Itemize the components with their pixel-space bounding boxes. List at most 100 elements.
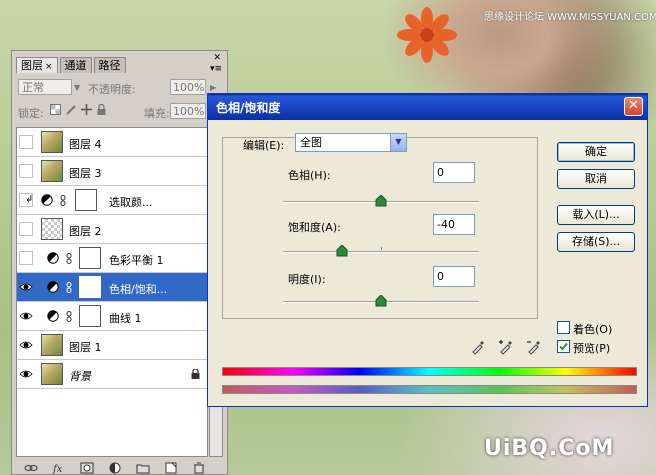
preview-checkbox[interactable] bbox=[557, 340, 570, 353]
eye-icon[interactable] bbox=[19, 338, 33, 352]
layer-name: 图层 2 bbox=[69, 225, 102, 238]
layer-thumbnail bbox=[41, 334, 63, 356]
eyedropper-icon[interactable] bbox=[470, 339, 486, 355]
visibility-toggle[interactable] bbox=[19, 135, 33, 149]
adjustment-layer-icon bbox=[41, 194, 53, 206]
watermark-top: 思缘设计论坛 WWW.MISSYUAN.COM bbox=[484, 12, 656, 23]
tab-layers-label: 图层 bbox=[21, 59, 43, 72]
lock-pixels-icon[interactable] bbox=[66, 104, 77, 115]
layer-thumbnail bbox=[41, 363, 63, 385]
saturation-label: 饱和度(A): bbox=[288, 221, 341, 234]
lock-transparency-icon[interactable] bbox=[50, 104, 61, 115]
load-button[interactable]: 载入(L)... bbox=[557, 205, 635, 225]
chevron-down-icon[interactable]: ▼ bbox=[74, 83, 80, 92]
colorize-checkbox[interactable] bbox=[557, 321, 570, 334]
cancel-button[interactable]: 取消 bbox=[557, 169, 635, 189]
visibility-toggle[interactable] bbox=[19, 222, 33, 236]
lightness-slider-handle[interactable] bbox=[375, 295, 387, 307]
visibility-toggle[interactable] bbox=[19, 251, 33, 265]
chevron-down-icon[interactable]: ▼ bbox=[390, 134, 406, 151]
hue-saturation-dialog: 色相/饱和度 ✕ 编辑(E): 全图 ▼ 色相(H): 0 饱和度(A): -4… bbox=[207, 93, 648, 407]
lock-icon bbox=[191, 369, 200, 379]
panel-close-icon[interactable]: ✕ bbox=[213, 53, 221, 63]
layer-row-hue-saturation[interactable]: 色相/饱和... bbox=[17, 273, 207, 302]
close-icon[interactable]: ✕ bbox=[624, 97, 643, 116]
layers-panel: ✕ 图层 × 通道 路径 ▾≡ 正常 ▼ 不透明度: 100% ▶ 锁定: 填充:… bbox=[11, 50, 228, 475]
layer-name: 背景 bbox=[69, 370, 91, 383]
layer-name: 色相/饱和... bbox=[109, 283, 168, 296]
ok-button[interactable]: 确定 bbox=[557, 142, 635, 162]
layer-name: 色彩平衡 1 bbox=[109, 254, 164, 267]
layer-row-layer-1[interactable]: 图层 1 bbox=[17, 331, 207, 360]
clip-arrow-icon: ↲ bbox=[25, 194, 34, 205]
panel-menu-icon[interactable]: ▾≡ bbox=[210, 64, 222, 74]
eye-icon[interactable] bbox=[19, 309, 33, 323]
hue-input[interactable]: 0 bbox=[433, 162, 475, 183]
adjustment-layer-icon bbox=[47, 252, 59, 264]
save-button[interactable]: 存储(S)... bbox=[557, 232, 635, 252]
saturation-center-tick bbox=[381, 247, 382, 250]
adjustment-layer-icon bbox=[47, 281, 59, 293]
layer-name: 图层 3 bbox=[69, 167, 102, 180]
orange-flower bbox=[397, 7, 457, 63]
tab-channels[interactable]: 通道 bbox=[59, 57, 92, 73]
layer-row-curves[interactable]: 曲线 1 bbox=[17, 302, 207, 331]
lightness-input[interactable]: 0 bbox=[433, 266, 475, 287]
lock-label: 锁定: bbox=[18, 107, 44, 120]
layer-thumbnail bbox=[41, 131, 63, 153]
layer-name: 图层 4 bbox=[69, 138, 102, 151]
layer-name: 选取颜... bbox=[109, 196, 153, 209]
visibility-toggle[interactable] bbox=[19, 164, 33, 178]
blend-mode-select[interactable]: 正常 bbox=[18, 79, 72, 95]
eyedropper-plus-icon[interactable] bbox=[498, 339, 514, 355]
layer-mask-thumbnail bbox=[79, 247, 101, 269]
output-spectrum-bar bbox=[222, 385, 637, 394]
lock-position-icon[interactable] bbox=[81, 104, 92, 115]
saturation-slider-handle[interactable] bbox=[336, 245, 348, 257]
adjustment-icon[interactable] bbox=[108, 462, 122, 474]
adjustment-layer-icon bbox=[47, 310, 59, 322]
eye-icon[interactable] bbox=[19, 367, 33, 381]
layer-row-layer-4[interactable]: 图层 4 bbox=[17, 128, 207, 157]
eye-icon[interactable] bbox=[19, 280, 33, 294]
edit-label: 编辑(E): bbox=[243, 139, 285, 152]
adjustment-group-box bbox=[222, 137, 538, 319]
tab-close-icon[interactable]: × bbox=[45, 62, 53, 72]
opacity-label: 不透明度: bbox=[88, 83, 136, 96]
link-icon[interactable] bbox=[24, 462, 38, 474]
svg-text:fx: fx bbox=[52, 464, 63, 474]
layer-thumbnail bbox=[41, 218, 63, 240]
layer-list: 图层 4 图层 3 ↲ 选取颜... 图层 2 色彩平衡 1 色相/饱和... … bbox=[16, 127, 208, 457]
fx-icon[interactable]: fx bbox=[52, 462, 66, 474]
trash-icon[interactable] bbox=[192, 462, 206, 474]
opacity-arrow-icon[interactable]: ▶ bbox=[210, 83, 216, 92]
fill-input[interactable]: 100% bbox=[170, 103, 206, 119]
saturation-input[interactable]: -40 bbox=[433, 214, 475, 235]
hue-label: 色相(H): bbox=[288, 169, 331, 182]
new-layer-icon[interactable] bbox=[164, 462, 178, 474]
layer-name: 曲线 1 bbox=[109, 312, 142, 325]
layer-row-color-balance[interactable]: 色彩平衡 1 bbox=[17, 244, 207, 273]
layer-thumbnail bbox=[41, 160, 63, 182]
tab-paths[interactable]: 路径 bbox=[93, 57, 126, 73]
chain-link-icon bbox=[60, 195, 66, 206]
preview-label: 预览(P) bbox=[573, 342, 611, 355]
layer-row-layer-3[interactable]: 图层 3 bbox=[17, 157, 207, 186]
opacity-input[interactable]: 100% bbox=[170, 79, 206, 95]
fill-label: 填充: bbox=[144, 107, 170, 120]
layer-row-background[interactable]: 背景 bbox=[17, 360, 207, 389]
tab-layers[interactable]: 图层 × bbox=[16, 57, 58, 73]
watermark-logo: UiBQ.CoM bbox=[484, 436, 615, 461]
layer-name: 图层 1 bbox=[69, 341, 102, 354]
lock-all-icon[interactable] bbox=[96, 104, 107, 115]
saturation-slider-track[interactable] bbox=[283, 251, 479, 253]
group-icon[interactable] bbox=[136, 462, 150, 474]
mask-icon[interactable] bbox=[80, 462, 94, 474]
layer-mask-thumbnail bbox=[79, 305, 101, 327]
eyedropper-minus-icon[interactable] bbox=[526, 339, 542, 355]
layer-row-layer-2[interactable]: 图层 2 bbox=[17, 215, 207, 244]
hue-slider-handle[interactable] bbox=[375, 195, 387, 207]
input-spectrum-bar bbox=[222, 367, 637, 376]
dialog-titlebar[interactable]: 色相/饱和度 ✕ bbox=[208, 94, 647, 120]
layer-row-selective-color[interactable]: ↲ 选取颜... bbox=[17, 186, 207, 215]
